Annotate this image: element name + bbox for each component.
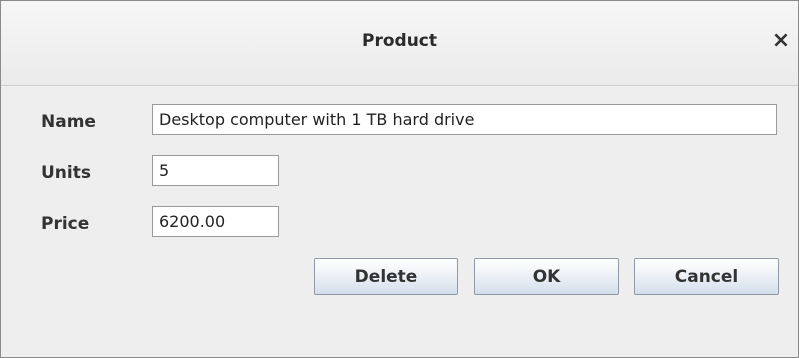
name-field[interactable] — [152, 104, 777, 135]
units-label: Units — [41, 163, 91, 183]
name-label: Name — [41, 112, 96, 132]
title-bar: Product × — [1, 1, 798, 86]
ok-button[interactable]: OK — [474, 258, 619, 295]
units-field[interactable] — [152, 155, 279, 186]
delete-button[interactable]: Delete — [314, 258, 458, 295]
product-dialog: Product × Name Units Price Delete OK Can… — [0, 0, 799, 358]
price-field[interactable] — [152, 206, 279, 237]
close-icon[interactable]: × — [769, 28, 793, 53]
cancel-button[interactable]: Cancel — [634, 258, 779, 295]
dialog-title: Product — [362, 31, 437, 51]
price-label: Price — [41, 214, 90, 234]
